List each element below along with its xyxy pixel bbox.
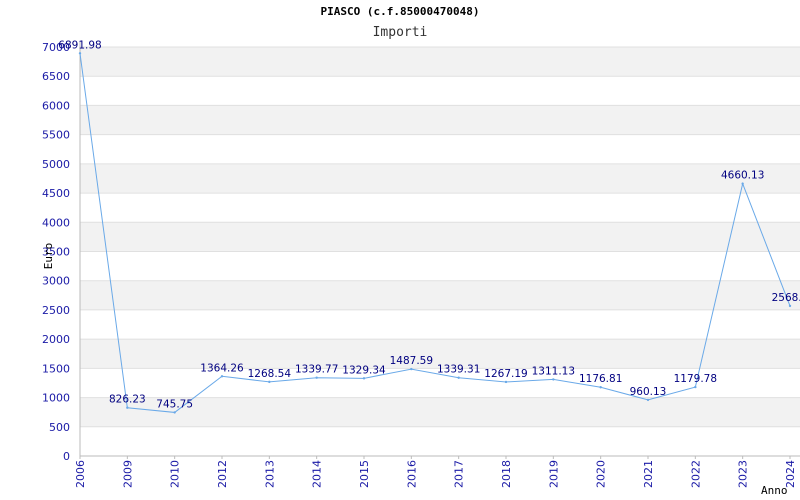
data-point [788,304,792,308]
data-point [362,377,366,380]
y-axis-label: Euro [42,243,55,270]
data-label: 6891.98 [58,39,101,51]
data-point [410,367,413,371]
grid-band [80,251,800,281]
x-tick-label: 2010 [169,460,182,488]
data-point [694,385,697,389]
data-point [457,376,460,379]
data-point [220,375,224,378]
grid-band [80,47,800,77]
data-label: 1339.77 [295,364,338,376]
data-label: 4660.13 [721,170,764,182]
plot-area: 0500100015002000250030003500400045005000… [42,39,800,497]
chart: PIASCO (c.f.85000470048) Importi 0 500 100… [0,0,800,500]
x-tick-label: 2019 [547,460,560,488]
y-tick-label: 0 [63,450,70,463]
data-label: 826.23 [109,394,146,406]
x-tick-label: 2021 [642,460,655,488]
grid-band [80,222,800,252]
x-tick-label: 2017 [453,460,466,488]
x-tick-label: 2022 [689,460,702,488]
data-label: 1329.34 [342,364,386,376]
x-tick-label: 2006 [74,460,87,488]
x-tick-label: 2015 [358,460,371,488]
data-point [315,376,318,379]
y-tick-label: 2000 [42,333,70,346]
data-point [741,182,744,185]
grid-band [80,193,800,223]
data-point [173,411,176,414]
data-label: 960.13 [630,386,667,398]
data-label: 1267.19 [484,368,527,380]
data-point [646,398,650,402]
x-tick-label: 2014 [311,460,324,488]
y-tick-label: 6000 [42,99,70,112]
grid-band [80,134,800,164]
x-tick-label: 2013 [263,460,276,488]
data-label: 2568.4 [772,292,800,304]
grid-band [80,76,800,106]
data-label: 745.75 [156,398,193,410]
x-tick-label: 2009 [121,460,134,488]
y-tick-label: 6500 [42,70,70,83]
x-tick-label: 2016 [405,460,418,488]
data-point [599,386,602,389]
y-tick-label: 5500 [42,129,70,142]
grid-band [80,426,800,456]
x-tick-label: 2018 [500,460,513,488]
x-axis-label: Anno [761,484,788,497]
x-tick-label: 2012 [216,460,229,488]
y-tick-label: 4500 [42,187,70,200]
y-tick-label: 4000 [42,216,70,229]
data-label: 1179.78 [674,373,717,385]
y-tick-label: 2500 [42,304,70,317]
data-point [552,378,555,381]
data-label: 1487.59 [390,355,433,367]
data-label: 1364.26 [200,362,244,374]
grid-band [80,163,800,194]
grid-band [80,280,800,310]
data-label: 1268.54 [248,368,292,380]
x-tick-label: 2020 [595,460,608,488]
data-label: 1339.31 [437,364,480,376]
y-tick-label: 500 [49,421,70,434]
data-point [78,52,82,55]
data-label: 1311.13 [532,365,575,377]
y-tick-label: 3000 [42,275,70,288]
y-tick-label: 1000 [42,392,70,405]
data-label: 1176.81 [579,373,622,385]
grid-band [80,309,800,340]
x-tick-label: 2023 [737,460,750,488]
y-tick-label: 5000 [42,158,70,171]
data-point [268,380,271,384]
grid-band [80,105,800,135]
data-point [126,406,129,409]
y-tick-label: 1500 [42,362,70,375]
data-point [504,380,508,384]
